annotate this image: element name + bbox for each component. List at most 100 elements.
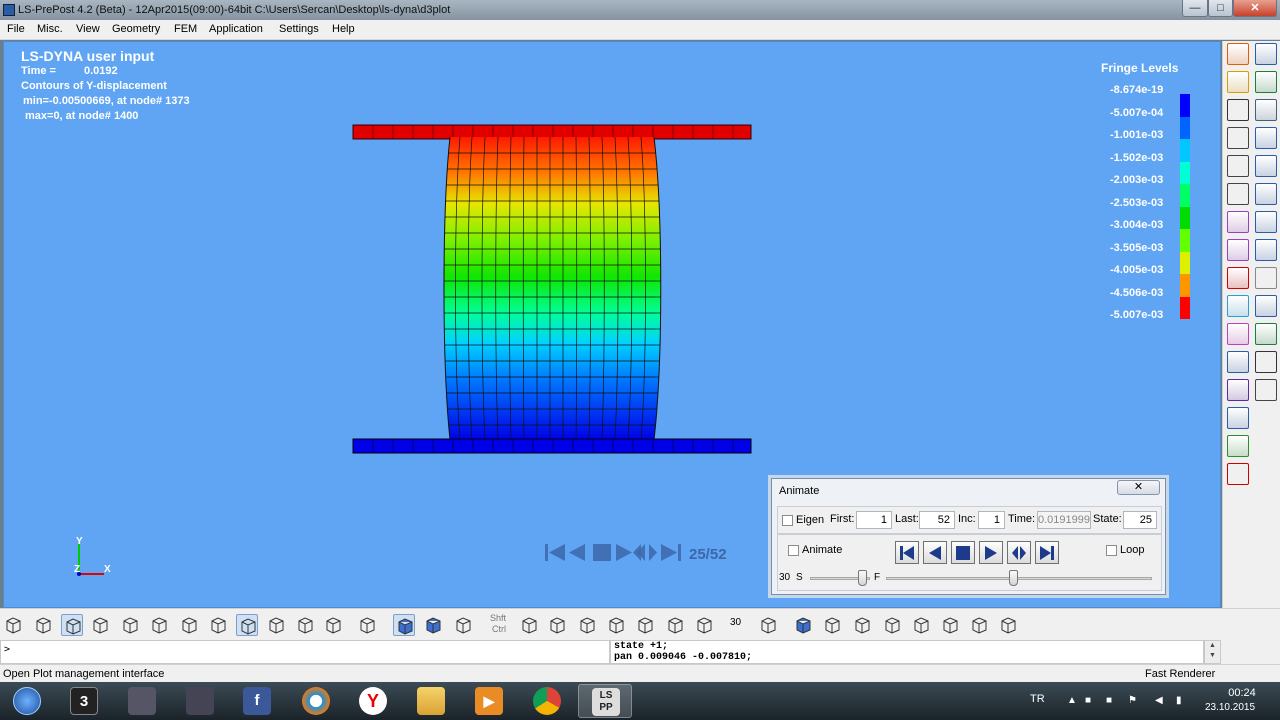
tray-app-icon[interactable]: ■ [1085, 695, 1097, 707]
start-button[interactable] [0, 684, 54, 718]
xyplot-icon[interactable] [1227, 127, 1249, 149]
eye-icon[interactable] [1227, 379, 1249, 401]
volume-icon[interactable]: ◀ [1155, 695, 1167, 707]
sphere-icon[interactable] [1255, 127, 1277, 149]
grid-2-icon[interactable] [1255, 239, 1277, 261]
menu-geometry[interactable]: Geometry [112, 23, 160, 35]
home-icon[interactable] [821, 614, 843, 636]
tray-app-2-icon[interactable]: ■ [1106, 695, 1118, 707]
front-view-icon[interactable] [393, 614, 415, 636]
menu-fem[interactable]: FEM [174, 23, 197, 35]
animate-dialog[interactable]: Animate ✕ Eigen First: 1 Last: 52 Inc: 1… [771, 478, 1166, 595]
close-window-button[interactable]: ✕ [1233, 0, 1277, 17]
stop-button[interactable] [951, 541, 975, 564]
feature-cube-icon[interactable] [148, 614, 170, 636]
play-button[interactable] [979, 541, 1003, 564]
eigen-checkbox[interactable] [782, 515, 793, 526]
select-icon[interactable] [2, 614, 24, 636]
solid-view-icon[interactable] [422, 614, 444, 636]
keyboard-language[interactable]: TR [1030, 693, 1045, 705]
edge-cube-icon[interactable] [178, 614, 200, 636]
rotate-angle[interactable]: 30 [730, 617, 741, 628]
cube-shade-icon[interactable] [294, 614, 316, 636]
history-scrollbar[interactable]: ▲ ▼ [1204, 640, 1221, 664]
taskbar-app-media[interactable]: ▶ [462, 684, 516, 718]
taskbar-app-chrome[interactable] [520, 684, 574, 718]
taskbar-app-truck[interactable] [115, 684, 169, 718]
command-input[interactable]: > [0, 640, 610, 664]
panel-icon[interactable] [1255, 267, 1277, 289]
step-back-button[interactable] [923, 541, 947, 564]
shaded-cube-icon[interactable] [61, 614, 83, 636]
checker-icon[interactable] [881, 614, 903, 636]
ms-icon[interactable] [1255, 295, 1277, 317]
fringe-icon[interactable] [1227, 267, 1249, 289]
frame-slider[interactable] [1009, 570, 1019, 586]
network-icon[interactable]: ▮ [1176, 695, 1188, 707]
tools-icon[interactable] [1255, 351, 1277, 373]
color-gears-icon[interactable] [968, 614, 990, 636]
last-input[interactable]: 52 [919, 511, 955, 529]
history-icon[interactable] [1227, 99, 1249, 121]
globe-icon[interactable] [664, 614, 686, 636]
list-icon[interactable] [851, 614, 873, 636]
taskbar-app-facebook[interactable]: f [230, 684, 284, 718]
maximize-button[interactable]: □ [1208, 0, 1233, 17]
viewport-playback-controls[interactable] [545, 542, 685, 564]
motion-icon[interactable] [1255, 323, 1277, 345]
mesh-shade-icon[interactable] [265, 614, 287, 636]
axis-icon[interactable] [757, 614, 779, 636]
vector-icon[interactable] [1227, 463, 1249, 485]
solid-mesh-icon[interactable] [236, 614, 258, 636]
menu-view[interactable]: View [76, 23, 100, 35]
color-model-icon[interactable] [1227, 71, 1249, 93]
tray-expand-icon[interactable]: ▲ [1067, 695, 1079, 707]
view-box-icon[interactable] [693, 614, 715, 636]
inc-input[interactable]: 1 [978, 511, 1005, 529]
taskbar-app-explorer[interactable] [404, 684, 458, 718]
animate-close-button[interactable]: ✕ [1117, 480, 1160, 495]
mesh-cube-icon[interactable] [119, 614, 141, 636]
gears-icon[interactable] [939, 614, 961, 636]
curve-edit-icon[interactable] [1227, 211, 1249, 233]
surface-icon[interactable] [1255, 99, 1277, 121]
first-input[interactable]: 1 [856, 511, 892, 529]
table-icon[interactable] [1227, 407, 1249, 429]
hidden-cube-icon[interactable] [89, 614, 111, 636]
taskbar-app-game[interactable] [173, 684, 227, 718]
menu-misc[interactable]: Misc. [37, 23, 63, 35]
center-icon[interactable] [546, 614, 568, 636]
state-input[interactable]: 25 [1123, 511, 1157, 529]
minimize-button[interactable]: — [1182, 0, 1208, 17]
pick-icon[interactable] [518, 614, 540, 636]
taskbar-app-browser[interactable] [289, 684, 343, 718]
binout-icon[interactable] [1227, 183, 1249, 205]
grid-icon[interactable] [1255, 211, 1277, 233]
wireframe-view-icon[interactable] [452, 614, 474, 636]
mesh-icon[interactable] [1255, 183, 1277, 205]
menu-file[interactable]: File [7, 23, 25, 35]
curve-icon[interactable] [1255, 71, 1277, 93]
model-icon[interactable] [1227, 43, 1249, 65]
camera-icon[interactable] [1227, 351, 1249, 373]
zoom-icon[interactable] [576, 614, 598, 636]
dot-cube-icon[interactable] [207, 614, 229, 636]
user-icon[interactable] [356, 614, 378, 636]
taskbar-app-yandex[interactable]: Y [346, 684, 400, 718]
loop-checkbox[interactable] [1106, 545, 1117, 556]
box-icon[interactable] [1255, 155, 1277, 177]
screen-icon[interactable] [997, 614, 1019, 636]
rotate-icon[interactable] [634, 614, 656, 636]
menu-settings[interactable]: Settings [279, 23, 319, 35]
tray-flag-icon[interactable]: ⚑ [1128, 695, 1140, 707]
help-icon[interactable] [1227, 435, 1249, 457]
clock-time[interactable]: 00:24 [1212, 687, 1272, 699]
zoom-box-icon[interactable] [605, 614, 627, 636]
menu-help[interactable]: Help [332, 23, 355, 35]
animate-checkbox[interactable] [788, 545, 799, 556]
last-frame-button[interactable] [1035, 541, 1059, 564]
solid-blue-icon[interactable] [792, 614, 814, 636]
taskbar-app-3[interactable]: 3 [57, 684, 111, 718]
clock-date[interactable]: 23.10.2015 [1200, 702, 1260, 713]
ascii-icon[interactable] [1227, 155, 1249, 177]
